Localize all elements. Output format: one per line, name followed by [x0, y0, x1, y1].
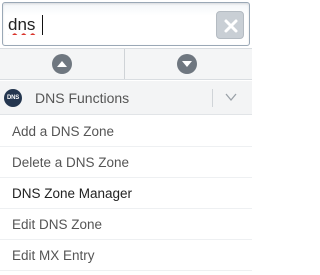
search-box [2, 2, 250, 46]
dns-functions-group-header[interactable]: DNS DNS Functions [0, 81, 252, 115]
dns-icon: DNS [4, 89, 22, 107]
next-result-button[interactable] [125, 49, 252, 79]
group-title: DNS Functions [35, 90, 130, 106]
dns-functions-list: Add a DNS Zone Delete a DNS Zone DNS Zon… [0, 116, 252, 271]
text-caret [42, 15, 43, 35]
list-item-dns-zone-manager[interactable]: DNS Zone Manager [0, 178, 252, 209]
list-item-add-dns-zone[interactable]: Add a DNS Zone [0, 116, 252, 147]
previous-result-button[interactable] [0, 49, 125, 79]
clear-search-button[interactable] [216, 11, 244, 39]
search-input[interactable] [8, 10, 203, 40]
divider [212, 89, 213, 107]
close-icon [224, 19, 238, 33]
list-item-edit-mx-entry[interactable]: Edit MX Entry [0, 240, 252, 271]
chevron-down-icon [177, 54, 197, 74]
result-navigation [0, 48, 252, 80]
chevron-down-icon[interactable] [225, 92, 237, 102]
chevron-up-icon [52, 54, 72, 74]
list-item-edit-dns-zone[interactable]: Edit DNS Zone [0, 209, 252, 240]
list-item-delete-dns-zone[interactable]: Delete a DNS Zone [0, 147, 252, 178]
